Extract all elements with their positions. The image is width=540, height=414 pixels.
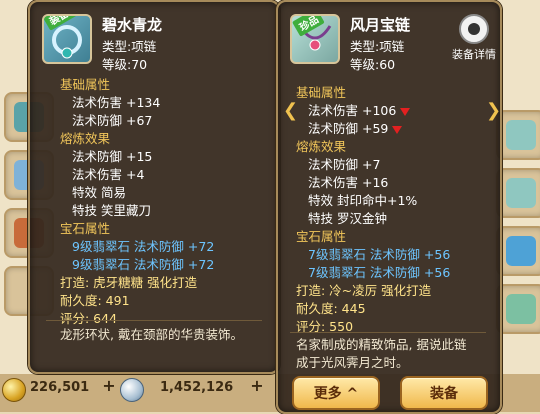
more-button[interactable]: 更多 ^ [292, 376, 380, 410]
silver-amount: 1,452,126 [160, 380, 234, 395]
inventory-slot[interactable] [496, 284, 540, 334]
item-level: 等级:70 [102, 57, 148, 72]
add-silver-button[interactable]: + [248, 377, 266, 395]
item-level: 等级:60 [350, 57, 396, 72]
refine-title: 熔炼效果 [60, 131, 111, 146]
gem-line: 7级翡翠石 法术防御 +56 [308, 247, 451, 262]
item-description: 名家制成的精致饰品, 据说此链 成于光风霁月之时。 [296, 337, 467, 370]
previous-arrow-icon[interactable]: ❮ [283, 100, 298, 121]
base-attr-line: 法术防御 +59 [308, 118, 403, 137]
durability-line: 耐久度: 445 [296, 301, 366, 316]
base-attr-line: 法术伤害 +106 [308, 100, 411, 119]
add-gold-button[interactable]: + [100, 377, 118, 395]
base-attr-title: 基础属性 [296, 85, 347, 100]
refine-line: 法术伤害 +16 [308, 175, 389, 190]
gem-title: 宝石属性 [296, 229, 347, 244]
gem-line: 9级翡翠石 法术防御 +72 [72, 257, 215, 272]
inventory-slot[interactable] [496, 168, 540, 218]
maker-line: 打造: 冷~凌厉 强化打造 [296, 283, 432, 298]
refine-title: 熔炼效果 [296, 139, 347, 154]
equipment-detail-button[interactable]: 装备详情 [444, 14, 504, 74]
item-type: 类型:项链 [350, 39, 405, 54]
base-attr-line: 法术伤害 +134 [72, 95, 161, 110]
divider [46, 320, 262, 321]
item-name: 碧水青龙 [102, 16, 163, 34]
base-attr-line: 法术防御 +67 [72, 113, 153, 128]
equip-button[interactable]: 装备 [400, 376, 488, 410]
necklace-icon: 装备中 [42, 14, 92, 64]
gold-coin-icon [2, 378, 26, 402]
durability-line: 耐久度: 491 [60, 293, 130, 308]
gem-title: 宝石属性 [60, 221, 111, 236]
base-attr-title: 基础属性 [60, 77, 111, 92]
effect-line: 特效 封印命中+1% [308, 193, 418, 208]
effect-line: 特效 简易 [72, 185, 126, 200]
equipped-item-tooltip: 装备中 碧水青龙 类型:项链 等级:70 基础属性 法术伤害 +134 法术防御… [28, 0, 280, 374]
decrease-arrow-icon [400, 107, 411, 116]
silver-coin-icon [120, 378, 144, 402]
gem-line: 9级翡翠石 法术防御 +72 [72, 239, 215, 254]
maker-line: 打造: 虎牙糖糖 强化打造 [60, 275, 198, 290]
skill-line: 特技 笑里藏刀 [72, 203, 151, 218]
eye-icon [459, 14, 489, 44]
divider [290, 332, 486, 333]
refine-line: 法术防御 +15 [72, 149, 153, 164]
inventory-slot[interactable] [496, 110, 540, 160]
next-arrow-icon[interactable]: ❯ [486, 100, 501, 121]
skill-line: 特技 罗汉金钟 [308, 211, 387, 226]
item-name: 风月宝链 [350, 16, 411, 34]
refine-line: 法术防御 +7 [308, 157, 381, 172]
item-description: 龙形环状, 戴在颈部的华贵装饰。 [60, 327, 243, 342]
gem-line: 7级翡翠石 法术防御 +56 [308, 265, 451, 280]
gold-amount: 226,501 [30, 380, 90, 395]
necklace-icon: 珍品 [290, 14, 340, 64]
equipment-detail-label: 装备详情 [452, 48, 496, 61]
item-type: 类型:项链 [102, 39, 157, 54]
score-line: 评分: 644 [60, 311, 118, 326]
inventory-slot[interactable] [496, 226, 540, 276]
refine-line: 法术伤害 +4 [72, 167, 145, 182]
decrease-arrow-icon [392, 125, 403, 134]
